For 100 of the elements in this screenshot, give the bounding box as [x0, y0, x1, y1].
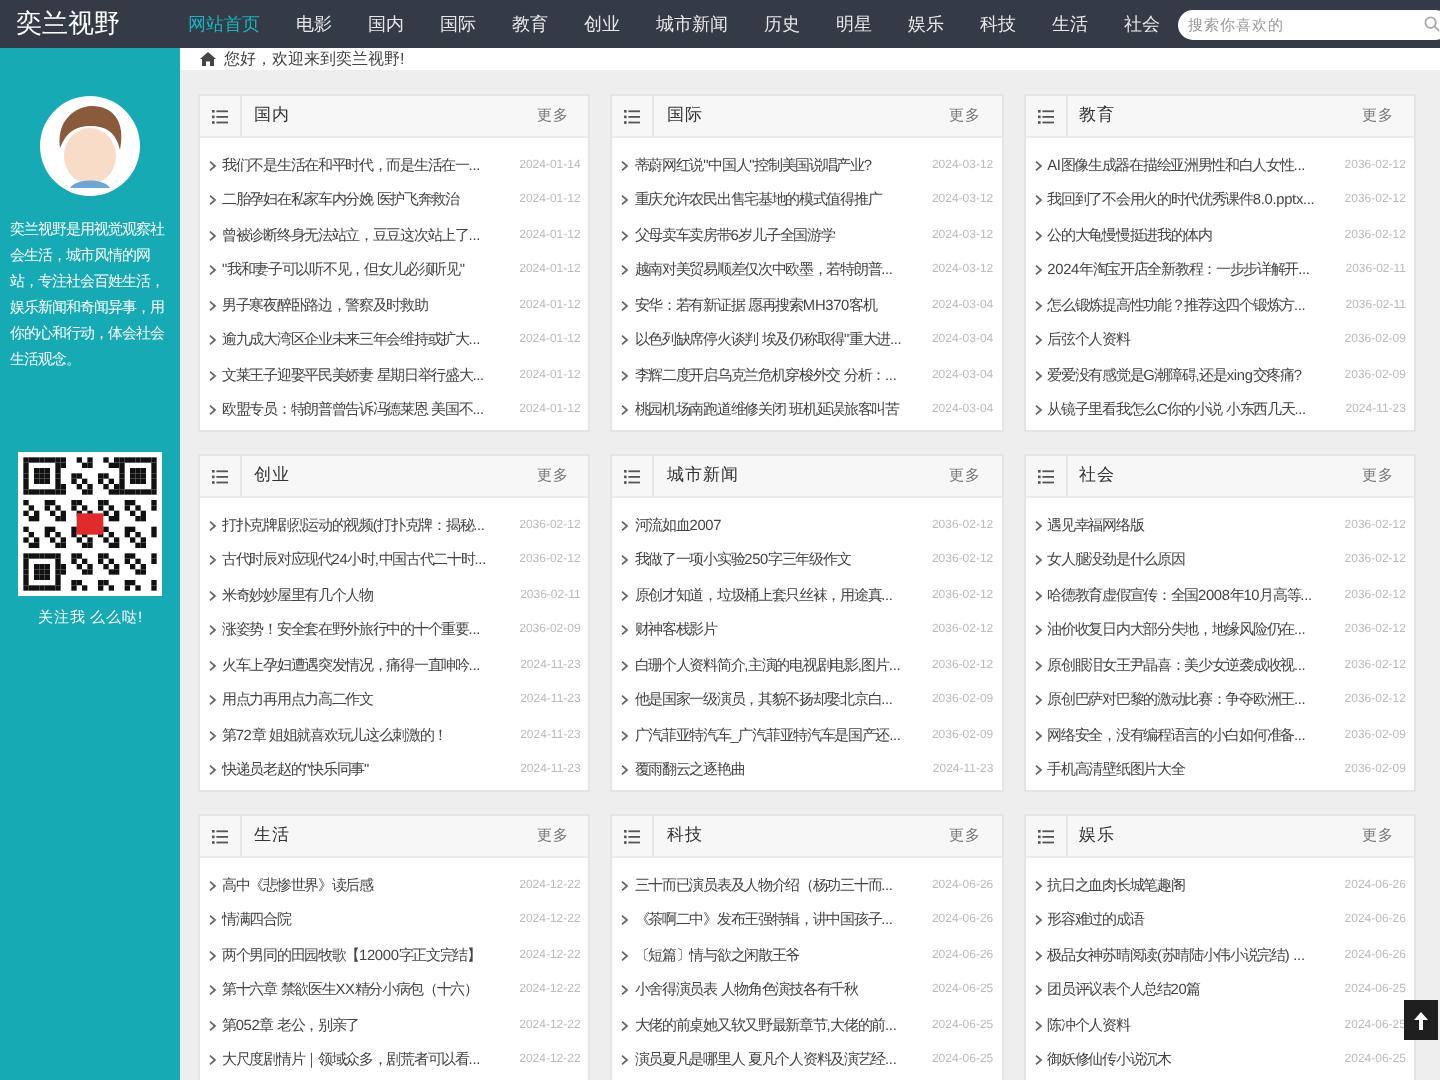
nav-link[interactable]: 娱乐	[890, 0, 962, 48]
chevron-icon	[620, 589, 631, 602]
card-title: 社会	[1079, 464, 1118, 488]
chevron-icon	[620, 1019, 631, 1032]
avatar	[40, 96, 140, 196]
nav-link[interactable]: 城市新闻	[638, 0, 746, 48]
nav-link[interactable]: 创业	[566, 0, 638, 48]
chevron-icon	[208, 949, 218, 962]
nav-link[interactable]: 明星	[818, 0, 890, 48]
chevron-icon	[1033, 334, 1044, 347]
nav-link[interactable]: 国内	[350, 0, 422, 48]
nav-link[interactable]: 科技	[962, 0, 1034, 48]
chevron-icon	[620, 914, 631, 927]
chevron-icon	[620, 194, 631, 207]
chevron-icon	[208, 624, 218, 637]
nav-link[interactable]: 国际	[422, 0, 494, 48]
chevron-icon	[208, 764, 218, 777]
chevron-icon	[208, 519, 218, 532]
chevron-icon	[208, 404, 218, 417]
chevron-icon	[208, 589, 218, 602]
card-title: 教育	[1079, 104, 1118, 128]
nav-link[interactable]: 社会	[1106, 0, 1178, 48]
list-icon	[1037, 469, 1054, 483]
chevron-icon	[208, 229, 218, 242]
chevron-icon	[208, 659, 218, 672]
chevron-icon	[620, 369, 631, 382]
list-icon	[624, 109, 641, 123]
chevron-icon	[620, 159, 631, 172]
chevron-icon	[208, 159, 218, 172]
chevron-icon	[620, 624, 631, 637]
chevron-icon	[1033, 589, 1044, 602]
chevron-icon	[208, 914, 218, 927]
chevron-icon	[620, 694, 631, 707]
list-icon	[1037, 109, 1054, 123]
chevron-icon	[1033, 659, 1044, 672]
chevron-icon	[620, 984, 631, 997]
chevron-icon	[1033, 554, 1044, 567]
card-title: 城市新闻	[666, 464, 741, 488]
chevron-icon	[620, 229, 631, 242]
chevron-icon	[1033, 624, 1044, 637]
chevron-icon	[620, 659, 631, 672]
chevron-icon	[1033, 404, 1044, 417]
chevron-icon	[620, 729, 631, 742]
chevron-icon	[208, 334, 218, 347]
welcome-text: 您好，欢迎来到奕兰视野!	[224, 48, 405, 70]
back-to-top-button[interactable]	[1404, 1000, 1438, 1040]
chevron-icon	[208, 1019, 218, 1032]
chevron-icon	[208, 694, 218, 707]
chevron-icon	[1033, 729, 1044, 742]
chevron-icon	[208, 554, 218, 567]
list-icon	[624, 829, 641, 843]
chevron-icon	[620, 519, 631, 532]
chevron-icon	[208, 1054, 218, 1067]
chevron-icon	[1033, 984, 1044, 997]
list-icon	[212, 829, 228, 843]
chevron-icon	[208, 264, 218, 277]
card-title: 科技	[666, 824, 705, 848]
chevron-icon	[620, 334, 631, 347]
chevron-icon	[208, 194, 218, 207]
chevron-icon	[1033, 764, 1044, 777]
chevron-icon	[620, 879, 631, 892]
nav-link[interactable]: 电影	[278, 0, 350, 48]
chevron-icon	[208, 984, 218, 997]
arrow-up-icon	[1414, 1011, 1428, 1029]
nav-link[interactable]: 生活	[1034, 0, 1106, 48]
chevron-icon	[208, 879, 218, 892]
chevron-icon	[620, 764, 631, 777]
chevron-icon	[1033, 229, 1044, 242]
chevron-icon	[620, 264, 631, 277]
site-logo[interactable]: 奕兰视野	[16, 6, 170, 42]
list-icon	[212, 109, 228, 123]
chevron-icon	[1033, 914, 1044, 927]
chevron-icon	[208, 369, 218, 382]
chevron-icon	[1033, 299, 1044, 312]
card-title: 生活	[254, 824, 292, 848]
list-icon	[212, 469, 228, 483]
chevron-icon	[1033, 519, 1044, 532]
nav-link[interactable]: 历史	[746, 0, 818, 48]
card-title: 创业	[254, 464, 292, 488]
chevron-icon	[1033, 194, 1044, 207]
chevron-icon	[1033, 949, 1044, 962]
chevron-icon	[620, 949, 631, 962]
card-title: 国内	[254, 104, 292, 128]
list-icon	[624, 469, 641, 483]
chevron-icon	[620, 299, 631, 312]
card-title: 国际	[666, 104, 705, 128]
nav-link[interactable]: 网站首页	[170, 0, 278, 48]
card-title: 娱乐	[1079, 824, 1118, 848]
chevron-icon	[1033, 369, 1044, 382]
chevron-icon	[1033, 879, 1044, 892]
chevron-icon	[208, 729, 218, 742]
chevron-icon	[1033, 264, 1044, 277]
chevron-icon	[620, 1054, 631, 1067]
nav-link[interactable]: 教育	[494, 0, 566, 48]
chevron-icon	[1033, 1054, 1044, 1067]
chevron-icon	[1033, 1019, 1044, 1032]
chevron-icon	[1033, 694, 1044, 707]
chevron-icon	[620, 404, 631, 417]
chevron-icon	[208, 299, 218, 312]
list-icon	[1037, 829, 1054, 843]
